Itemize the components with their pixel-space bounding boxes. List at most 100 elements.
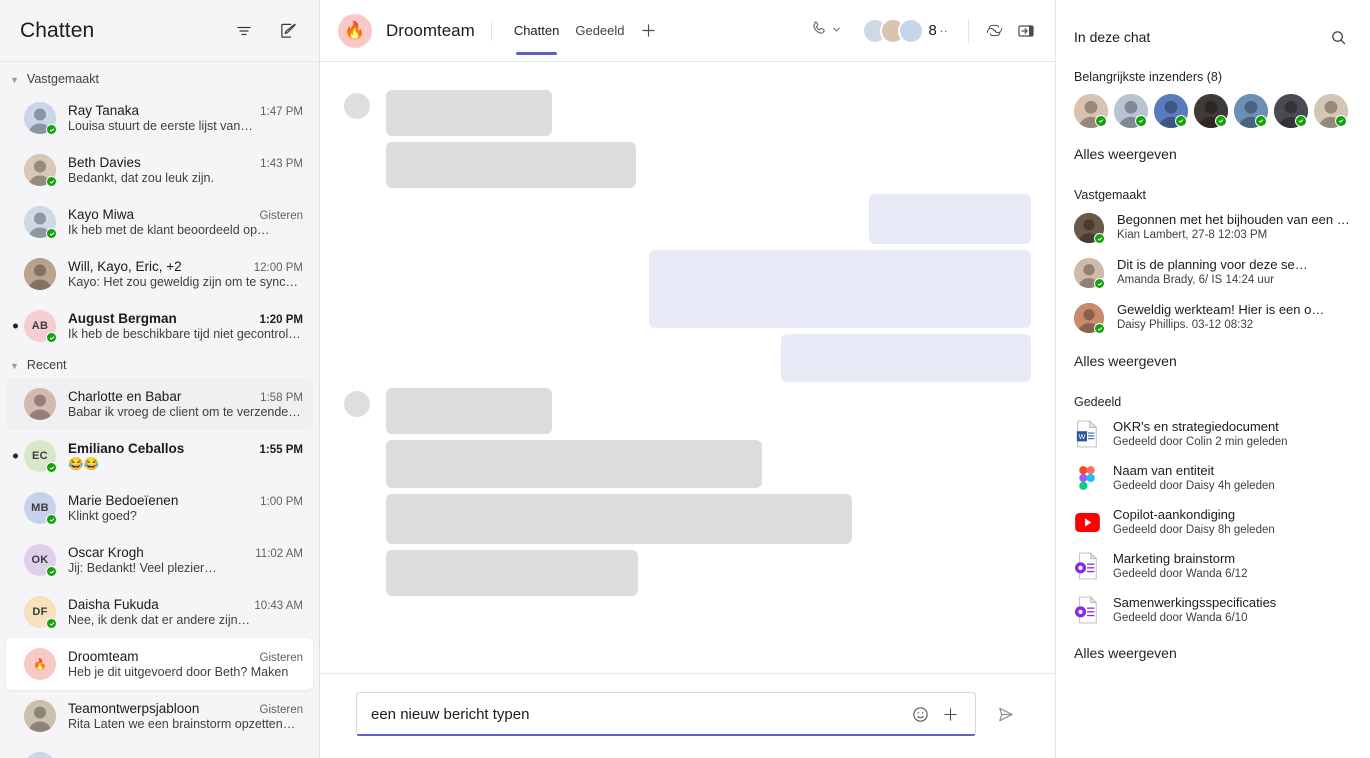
message-group	[344, 388, 1031, 596]
filter-icon[interactable]	[229, 16, 259, 46]
avatar-image	[24, 700, 56, 732]
chat-list-item[interactable]: Kayo Miwa Gisteren Ik heb met de klant beo…	[6, 196, 313, 248]
chat-list-group-header[interactable]: ▼ Recent	[0, 352, 319, 378]
avatar	[24, 258, 56, 290]
word-file-icon: W	[1074, 419, 1100, 449]
contributor-avatar[interactable]	[1274, 94, 1308, 128]
chat-list-item-name: Marie Bedoeïenen	[68, 493, 179, 508]
contributor-avatar[interactable]	[1154, 94, 1188, 128]
call-button[interactable]	[803, 14, 848, 48]
open-pane-icon[interactable]	[1011, 16, 1041, 46]
shared-item[interactable]: Naam van entiteit Gedeeld door Daisy 4h g…	[1074, 463, 1352, 493]
chat-list-item-preview: Rita Laten we een brainstorm opzetten…	[68, 717, 296, 731]
chat-list-item[interactable]: EC Emiliano Ceballos 1:55 PM 😂😂	[6, 430, 313, 482]
chat-list-item-preview: Klinkt goed?	[68, 509, 137, 523]
avatar-image	[24, 258, 56, 290]
pinned-view-all[interactable]: Alles weergeven	[1074, 353, 1177, 369]
message-input[interactable]: een nieuw bericht typen	[371, 706, 905, 723]
shared-item-title: Copilot-aankondiging	[1113, 507, 1236, 522]
pinned-item-meta: Kian Lambert, 27-8 12:03 PM	[1117, 229, 1268, 241]
pinned-item[interactable]: Begonnen met het bijhouden van een getal…	[1074, 212, 1352, 244]
message-list[interactable]	[320, 62, 1055, 673]
presence-available-icon	[46, 124, 57, 135]
chat-list-group-header[interactable]: ▼ Vastgemaakt	[0, 66, 319, 92]
pinned-item-meta: Amanda Brady, 6/ IS 14:24 uur	[1117, 274, 1275, 286]
message-bubble-placeholder	[386, 494, 852, 544]
avatar	[898, 17, 925, 44]
shared-item[interactable]: Marketing brainstorm Gedeeld door Wanda 6…	[1074, 551, 1352, 581]
compose-icon[interactable]	[273, 16, 303, 46]
chat-list-item-body: Ray Tanaka 1:47 PM Louisa stuurt de eerste…	[68, 103, 303, 133]
shared-list: W OKR's en strategiedocument Gedeeld door …	[1074, 419, 1352, 625]
copilot-icon[interactable]	[979, 16, 1009, 46]
message-bubbles	[386, 90, 636, 188]
chat-list-item[interactable]: MB Marie Bedoeïenen 1:00 PM Klinkt goed?	[6, 482, 313, 534]
chat-list-item[interactable]: Ray Tanaka 1:47 PM Louisa stuurt de eerste…	[6, 92, 313, 144]
compose-area: een nieuw bericht typen	[320, 673, 1055, 758]
chat-list-item-preview: Nee, ik denk dat er andere zijn…	[68, 613, 251, 627]
search-icon[interactable]	[1324, 23, 1352, 51]
avatar	[24, 700, 56, 732]
chat-list-item-time: 1:20 PM	[259, 314, 303, 326]
chat-list-item[interactable]: Teamontwerpsjabloon Gisteren Rita Laten we…	[6, 690, 313, 742]
chat-list-item[interactable]: Charlotte en Babar 1:58 PM Babar ik vroeg …	[6, 378, 313, 430]
chat-list-item-body: Droomteam Gisteren Heb je dit uitgevoerd d…	[68, 649, 303, 679]
chat-list-item-body: Will, Kayo, Eric, +2 12:00 PM Kayo: Het zo…	[68, 259, 303, 289]
contributor-avatar[interactable]	[1114, 94, 1148, 128]
emoji-icon[interactable]	[905, 699, 935, 729]
message-bubble-placeholder	[386, 90, 552, 136]
presence-available-icon	[1335, 115, 1347, 127]
contributor-avatar[interactable]	[1074, 94, 1108, 128]
participants-facepile[interactable]: 8 ··	[862, 17, 948, 44]
chat-list-group-label: Vastgemaakt	[26, 72, 99, 86]
pinned-item[interactable]: Geweldig werkteam! Hier is een o… Daisy P…	[1074, 302, 1352, 334]
tab-gedeeld[interactable]: Gedeeld	[569, 0, 630, 61]
contributors-faces	[1074, 94, 1352, 128]
chat-list-item-time: 12:00 PM	[253, 262, 303, 274]
chat-list-item-name: Daisha Fukuda	[68, 597, 159, 612]
contributor-avatar[interactable]	[1314, 94, 1348, 128]
shared-item[interactable]: Samenwerkingsspecificaties Gedeeld door W…	[1074, 595, 1352, 625]
avatar-image	[24, 388, 56, 420]
presence-available-icon	[46, 514, 57, 525]
chat-list-item[interactable]: AB August Bergman 1:20 PM Ik heb de beschik…	[6, 300, 313, 352]
chat-list-item[interactable]: DF Daisha Fukuda 10:43 AM Nee, ik denk dat …	[6, 586, 313, 638]
shared-item-title: Samenwerkingsspecificaties	[1113, 595, 1277, 610]
presence-available-icon	[46, 332, 57, 343]
avatar	[24, 206, 57, 239]
chat-list-item-time: 11:02 AM	[255, 548, 303, 560]
shared-item-title: Marketing brainstorm	[1113, 551, 1236, 566]
contributors-view-all[interactable]: Alles weergeven	[1074, 146, 1177, 162]
shared-item[interactable]: Copilot-aankondiging Gedeeld door Daisy 8…	[1074, 507, 1352, 537]
message-bubble-placeholder	[386, 440, 762, 488]
chat-list-item-preview: 😂😂	[68, 456, 100, 471]
attach-plus-icon[interactable]	[935, 699, 965, 729]
chat-list-scroll[interactable]: ▼ Vastgemaakt Ray Tanaka 1:47 PM Louisa stuu…	[0, 62, 319, 758]
pinned-item[interactable]: Dit is de planning voor deze se… Amanda B…	[1074, 257, 1352, 289]
chat-list-group-label: Recent	[26, 358, 67, 372]
message-input-box[interactable]: een nieuw bericht typen	[356, 692, 976, 736]
shared-view-all[interactable]: Alles weergeven	[1074, 645, 1177, 661]
chat-list-item[interactable]: Will, Kayo, Eric, +2 12:00 PM Kayo: Het zo…	[6, 248, 313, 300]
avatar: EC	[24, 440, 57, 473]
presence-available-icon	[1094, 278, 1105, 289]
team-avatar: 🔥	[338, 13, 372, 48]
chat-list-item[interactable]: 🔥 Droomteam Gisteren Heb je dit uitgevoerd …	[6, 638, 313, 690]
contributor-avatar[interactable]	[1194, 94, 1228, 128]
shared-item[interactable]: W OKR's en strategiedocument Gedeeld door …	[1074, 419, 1352, 449]
chat-list-item-body: Charlotte en Babar 1:58 PM Babar ik vroeg …	[68, 389, 303, 419]
chat-list-item[interactable]	[6, 742, 313, 758]
message-group	[344, 194, 1031, 382]
chat-list-item[interactable]: OK Oscar Krogh 11:02 AM Jij: Bedankt! Veel …	[6, 534, 313, 586]
pinned-item-meta: Daisy Phillips. 03-12 08:32	[1117, 319, 1254, 331]
chat-list-item[interactable]: Beth Davies 1:43 PM Bedankt, dat zou leuk …	[6, 144, 313, 196]
shared-item-meta: Gedeeld door Wanda 6/10	[1113, 612, 1248, 624]
add-tab-icon[interactable]	[635, 17, 663, 45]
contributor-avatar[interactable]	[1234, 94, 1268, 128]
tab-chatten[interactable]: Chatten	[508, 0, 566, 61]
conversation-tabs: Chatten Gedeeld	[508, 0, 631, 61]
chat-list-header: Chatten	[0, 0, 319, 62]
send-icon[interactable]	[988, 697, 1022, 731]
shared-item-text: Copilot-aankondiging Gedeeld door Daisy 8…	[1113, 507, 1352, 536]
avatar	[1274, 94, 1308, 128]
